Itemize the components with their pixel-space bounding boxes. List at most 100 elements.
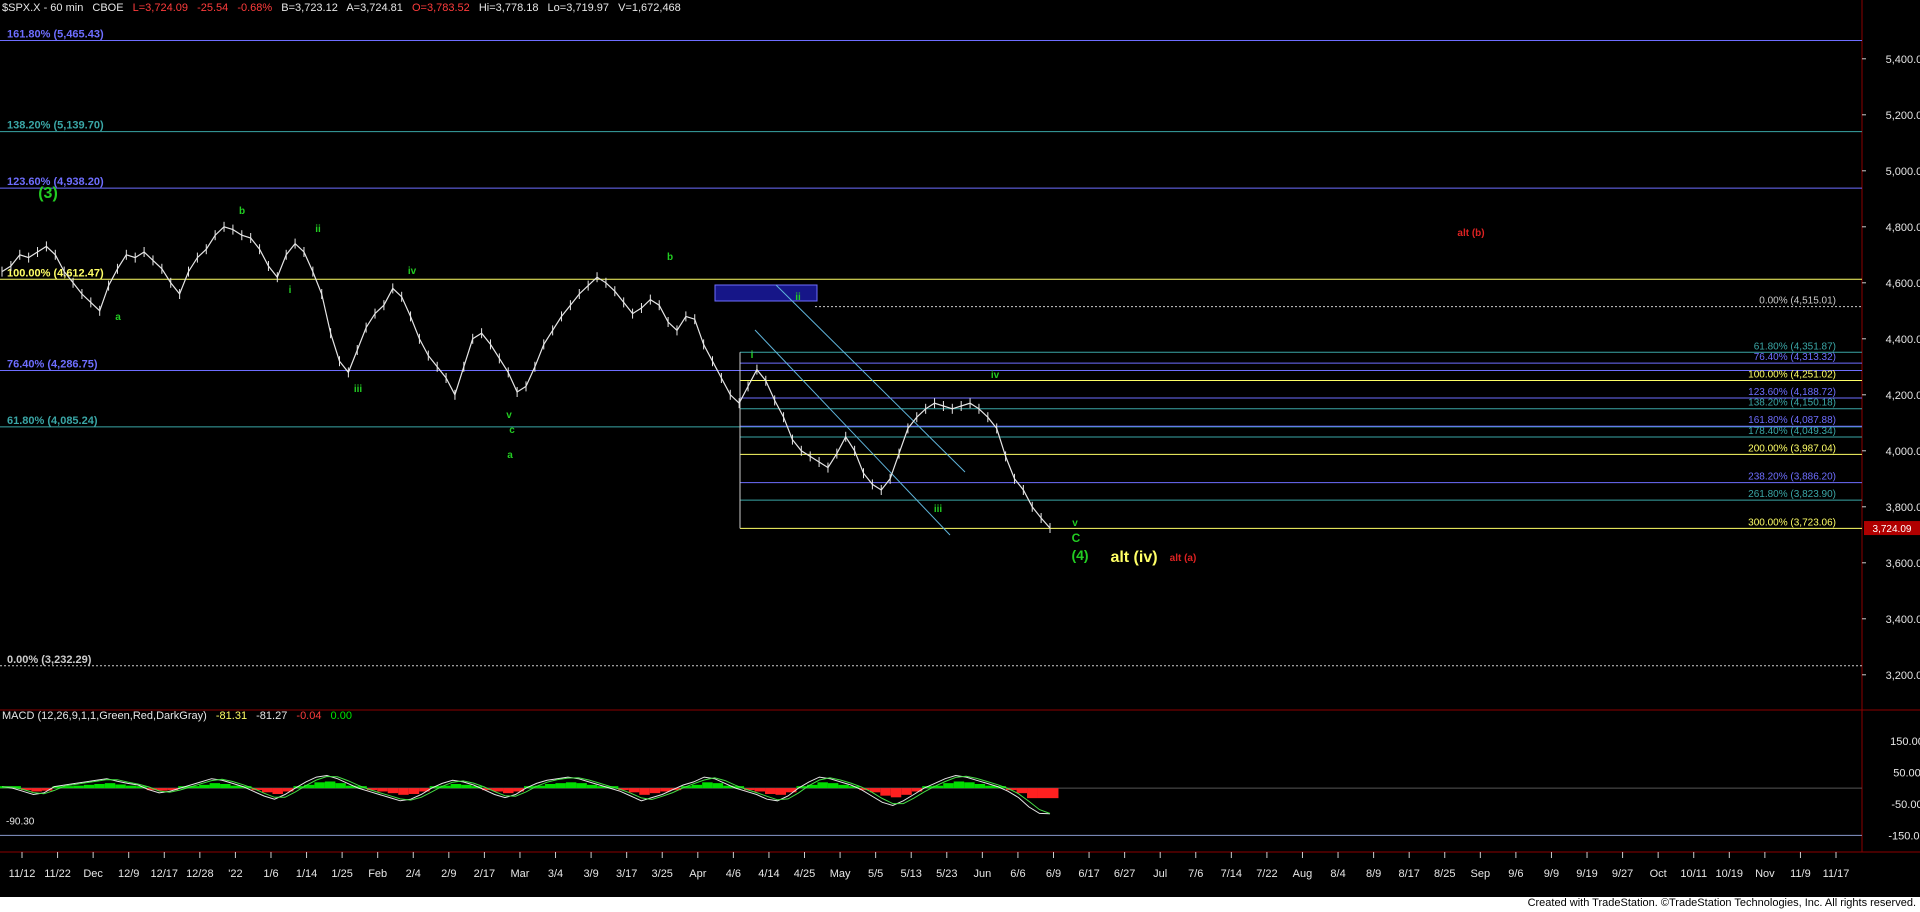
macd-hist-bar bbox=[461, 784, 472, 789]
time-tick-label: May bbox=[830, 868, 851, 880]
wave-label: i bbox=[751, 350, 754, 361]
macd-hist-bar bbox=[754, 788, 766, 792]
macd-tick-label: 150.00 bbox=[1890, 736, 1920, 748]
wave-label: a bbox=[115, 312, 121, 323]
macd-hist-bar bbox=[220, 783, 231, 789]
wave-label: iii bbox=[354, 384, 363, 395]
price-axis[interactable]: 3,200.00 3,400.00 3,600.00 3,800.00 4,000.00… bbox=[1862, 54, 1920, 682]
time-tick-label: 3/25 bbox=[652, 868, 673, 880]
macd-low-label: -90.30 bbox=[6, 817, 35, 828]
macd-hist-bar bbox=[964, 782, 975, 789]
macd-tick-label: -50.00 bbox=[1891, 799, 1920, 811]
wave-label: c bbox=[509, 425, 515, 436]
time-axis[interactable]: 11/12 11/22 Dec 12/9 12/17 12/28 '22 1/6 1/14 1/2… bbox=[9, 852, 1850, 880]
macd-hist-bar bbox=[649, 788, 661, 794]
macd-hist-bar bbox=[1037, 788, 1048, 799]
time-tick-label: Feb bbox=[368, 868, 387, 880]
last-price: L=3,724.09 bbox=[132, 2, 189, 14]
time-tick-label: 8/17 bbox=[1398, 868, 1419, 880]
macd-hist-bar bbox=[691, 784, 703, 789]
time-tick-label: 5/5 bbox=[868, 868, 883, 880]
macd-hist-bar bbox=[827, 783, 839, 789]
price-tick-label: 3,400.00 bbox=[1886, 614, 1920, 626]
symbol-header: $SPX.X - 60 min CBOE L=3,724.09 -25.54 -… bbox=[2, 2, 687, 14]
macd-hist-bar bbox=[314, 782, 325, 789]
macd-tick-label: 50.00 bbox=[1893, 767, 1920, 779]
time-tick-label: 3/4 bbox=[548, 868, 563, 880]
macd-hist-bar bbox=[880, 788, 891, 796]
fib-left-label: 161.80% (5,465.43) bbox=[7, 28, 104, 40]
price-tick-label: 3,800.00 bbox=[1886, 502, 1920, 514]
macd-hist-bar bbox=[544, 783, 556, 789]
macd-value-2: -81.27 bbox=[256, 710, 288, 722]
macd-hist-bar bbox=[31, 788, 42, 792]
time-tick-label: Dec bbox=[83, 868, 103, 880]
macd-hist-bar bbox=[104, 783, 116, 789]
price-series bbox=[1, 221, 1051, 534]
time-tick-label: 5/13 bbox=[901, 868, 922, 880]
macd-hist-bar bbox=[157, 788, 168, 791]
fib-right-label: 76.40% (4,313.32) bbox=[1754, 352, 1836, 363]
time-tick-label: 9/6 bbox=[1508, 868, 1523, 880]
price-tick-label: 5,200.00 bbox=[1886, 110, 1920, 122]
high-price: Hi=3,778.18 bbox=[478, 2, 539, 14]
macd-hist-bar bbox=[838, 784, 849, 789]
fib-left-label: 138.20% (5,139.70) bbox=[7, 120, 104, 132]
net-change: -25.54 bbox=[197, 2, 229, 14]
time-tick-label: 6/6 bbox=[1010, 868, 1025, 880]
macd-value-1: -81.31 bbox=[215, 710, 248, 722]
highlight-box bbox=[714, 284, 818, 302]
price-tick-label: 3,200.00 bbox=[1886, 670, 1920, 682]
macd-hist-bar bbox=[639, 788, 650, 795]
macd-hist-bar bbox=[943, 783, 954, 789]
time-tick-label: 8/9 bbox=[1366, 868, 1381, 880]
price-tick-label: 4,400.00 bbox=[1886, 334, 1920, 346]
time-tick-label: '22 bbox=[228, 868, 242, 880]
symbol-label: $SPX.X - 60 min bbox=[2, 2, 84, 14]
macd-hist-bar bbox=[324, 781, 336, 789]
time-tick-label: 5/23 bbox=[936, 868, 957, 880]
time-tick-label: Nov bbox=[1755, 868, 1775, 880]
time-tick-label: 7/14 bbox=[1221, 868, 1242, 880]
time-tick-label: 11/12 bbox=[9, 868, 36, 880]
macd-hist-bar bbox=[335, 783, 346, 789]
time-tick-label: 11/17 bbox=[1823, 868, 1850, 880]
wave-label: ii bbox=[315, 224, 321, 235]
low-price: Lo=3,719.97 bbox=[547, 2, 610, 14]
macd-hist-bar bbox=[408, 788, 420, 794]
time-tick-label: 12/9 bbox=[118, 868, 139, 880]
fib-right-label: 300.00% (3,723.06) bbox=[1748, 517, 1836, 528]
time-tick-label: 6/17 bbox=[1078, 868, 1099, 880]
fib-right-label: 100.00% (4,251.02) bbox=[1748, 370, 1836, 381]
macd-hist-bar bbox=[555, 783, 566, 789]
wave-label: C bbox=[1072, 531, 1081, 545]
fib-right-label: 61.80% (4,351.87) bbox=[1754, 341, 1836, 352]
fib-left-label: 100.00% (4,612.47) bbox=[7, 267, 104, 279]
macd-hist-bar bbox=[398, 788, 409, 795]
time-tick-label: 2/9 bbox=[441, 868, 456, 880]
wave-label: a bbox=[507, 450, 513, 461]
fib-right-label: 261.80% (3,823.90) bbox=[1748, 489, 1836, 500]
pct-change: -0.68% bbox=[237, 2, 273, 14]
price-chart[interactable]: 161.80% (5,465.43) 138.20% (5,139.70) 123.… bbox=[0, 0, 1920, 897]
time-tick-label: 11/22 bbox=[44, 868, 71, 880]
fib-left-label: 61.80% (4,085.24) bbox=[7, 415, 98, 427]
price-tick-label: 4,200.00 bbox=[1886, 390, 1920, 402]
time-tick-label: 9/9 bbox=[1544, 868, 1559, 880]
time-tick-label: 2/4 bbox=[406, 868, 421, 880]
volume-label: V=1,672,468 bbox=[618, 2, 681, 14]
macd-hist-bar bbox=[1048, 788, 1059, 799]
time-tick-label: Jun bbox=[973, 868, 991, 880]
wave-label: iv bbox=[408, 266, 417, 277]
macd-hist-bar bbox=[377, 788, 388, 792]
wave-label: v bbox=[506, 410, 512, 421]
wave-label: alt (a) bbox=[1170, 553, 1197, 564]
macd-hist-bar bbox=[901, 788, 912, 795]
time-tick-label: 1/14 bbox=[296, 868, 317, 880]
fib-left-label: 76.40% (4,286.75) bbox=[7, 359, 98, 371]
price-tick-label: 4,600.00 bbox=[1886, 278, 1920, 290]
fib-right-label: 200.00% (3,987.04) bbox=[1748, 443, 1836, 454]
macd-hist-bar bbox=[272, 788, 283, 794]
wave-label: i bbox=[289, 285, 292, 296]
wave-label: iii bbox=[934, 504, 943, 515]
